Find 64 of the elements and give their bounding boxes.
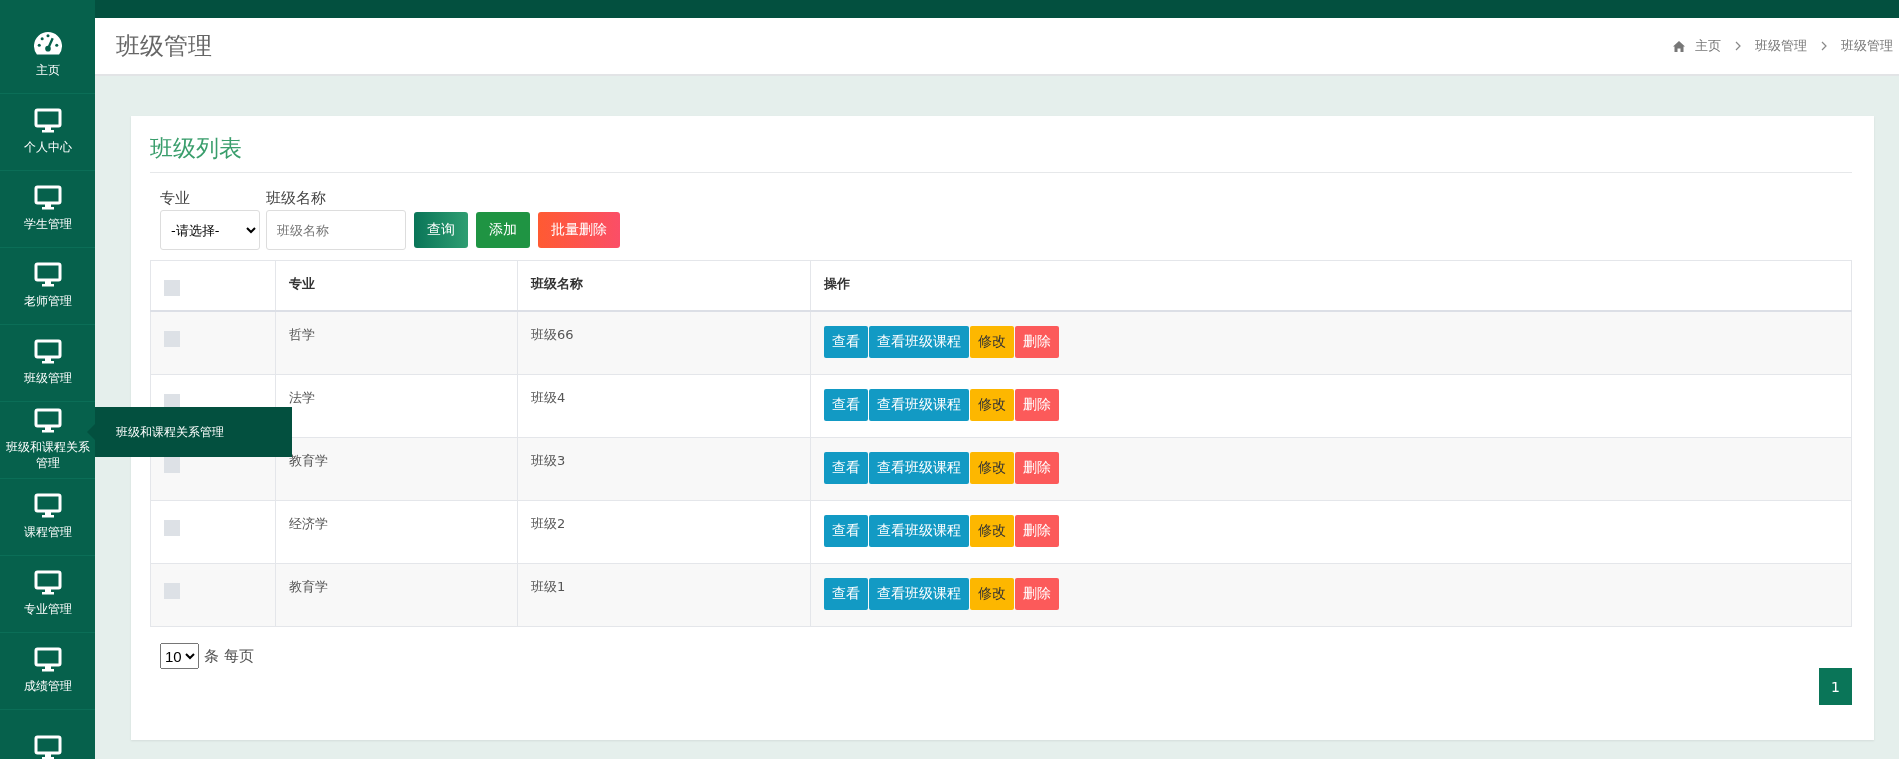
- breadcrumb-link[interactable]: 班级管理: [1841, 37, 1893, 55]
- filter-label: 班级名称: [266, 189, 327, 208]
- checkbox[interactable]: [164, 394, 180, 410]
- table-cell: 教育学: [275, 437, 518, 501]
- view-button[interactable]: 查看: [824, 578, 868, 610]
- page-button[interactable]: 1: [1819, 668, 1852, 705]
- table-cell: 经济学: [275, 500, 518, 564]
- checkbox[interactable]: [164, 331, 180, 347]
- gauge-icon: [33, 31, 62, 58]
- view-button[interactable]: 查看: [824, 326, 868, 358]
- chevron-icon: [1735, 41, 1741, 51]
- input-field[interactable]: 班级名称: [266, 210, 406, 250]
- monitor-icon: [33, 185, 62, 212]
- chevron-icon: [1821, 41, 1827, 51]
- monitor-icon: [33, 339, 62, 366]
- breadcrumb-link[interactable]: 班级管理: [1755, 37, 1807, 55]
- delete-button[interactable]: 删除: [1015, 326, 1059, 358]
- home-icon: [1673, 40, 1685, 52]
- monitor-icon: [33, 570, 62, 597]
- checkbox[interactable]: [164, 457, 180, 473]
- add-button[interactable]: 添加: [476, 212, 530, 248]
- view-button[interactable]: 查看班级课程: [869, 578, 969, 610]
- view-button[interactable]: 查看: [824, 515, 868, 547]
- view-button[interactable]: 查看班级课程: [869, 515, 969, 547]
- table-cell: 法学: [275, 374, 518, 438]
- monitor-icon: [33, 735, 62, 759]
- monitor-icon: [33, 647, 62, 674]
- view-button[interactable]: 查看: [824, 389, 868, 421]
- edit-button[interactable]: 修改: [970, 452, 1014, 484]
- table-cell: 哲学: [275, 311, 518, 375]
- page-size-label: 条 每页: [204, 646, 254, 666]
- checkbox[interactable]: [164, 280, 180, 296]
- filter-label: 专业: [160, 189, 191, 208]
- view-button[interactable]: 查看: [824, 452, 868, 484]
- batch-delete-button[interactable]: 批量删除: [538, 212, 620, 248]
- delete-button[interactable]: 删除: [1015, 578, 1059, 610]
- card-title: 班级列表: [150, 133, 1852, 173]
- checkbox[interactable]: [164, 520, 180, 536]
- monitor-icon: [33, 408, 62, 435]
- table-cell: 班级2: [517, 500, 811, 564]
- delete-button[interactable]: 删除: [1015, 452, 1059, 484]
- edit-button[interactable]: 修改: [970, 515, 1014, 547]
- table-cell: 班级4: [517, 374, 811, 438]
- delete-button[interactable]: 删除: [1015, 389, 1059, 421]
- checkbox[interactable]: [164, 583, 180, 599]
- monitor-icon: [33, 108, 62, 135]
- edit-button[interactable]: 修改: [970, 578, 1014, 610]
- search-button[interactable]: 查询: [414, 212, 468, 248]
- table-cell: 班级1: [517, 563, 811, 627]
- view-button[interactable]: 查看班级课程: [869, 326, 969, 358]
- monitor-icon: [33, 262, 62, 289]
- monitor-icon: [33, 493, 62, 520]
- delete-button[interactable]: 删除: [1015, 515, 1059, 547]
- page-title: 班级管理: [116, 31, 212, 62]
- page-size-select[interactable]: 10: [160, 643, 199, 669]
- edit-button[interactable]: 修改: [970, 326, 1014, 358]
- view-button[interactable]: 查看班级课程: [869, 389, 969, 421]
- major-select[interactable]: -请选择-: [160, 210, 260, 250]
- breadcrumb-link[interactable]: 主页: [1695, 37, 1721, 55]
- view-button[interactable]: 查看班级课程: [869, 452, 969, 484]
- table-cell: 教育学: [275, 563, 518, 627]
- table-cell: 班级3: [517, 437, 811, 501]
- edit-button[interactable]: 修改: [970, 389, 1014, 421]
- table-cell: 班级66: [517, 311, 811, 375]
